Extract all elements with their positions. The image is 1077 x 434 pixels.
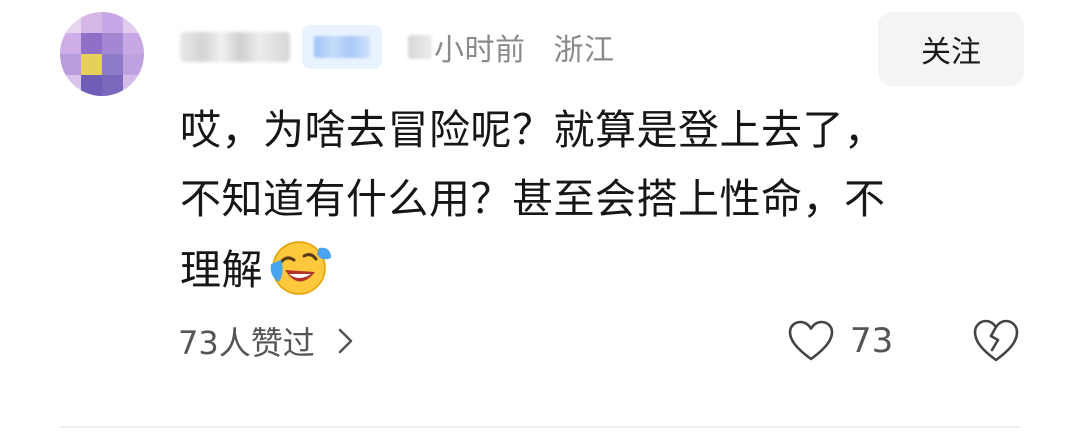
- comment-text-segment: 理解: [180, 246, 263, 294]
- like-button[interactable]: 73: [788, 316, 893, 366]
- user-badge: [302, 25, 382, 69]
- divider: [60, 426, 1020, 428]
- chevron-right-icon: [338, 328, 353, 354]
- comment-location: 浙江: [553, 33, 615, 68]
- broken-heart-icon[interactable]: [972, 318, 1020, 364]
- laughing-crying-emoji-icon: [270, 241, 331, 295]
- username-redacted[interactable]: [180, 32, 290, 62]
- follow-button[interactable]: 关注: [878, 12, 1024, 86]
- badge-redacted: [314, 36, 370, 58]
- comment-header: 小时前 浙江: [180, 22, 615, 72]
- comment-text-line: 哎，为啥去冒险呢？就算是登上去了，: [180, 106, 886, 154]
- comment-text: 哎，为啥去冒险呢？就算是登上去了， 不知道有什么用？甚至会搭上性命，不 理解: [180, 96, 1020, 305]
- avatar[interactable]: [60, 12, 144, 96]
- likes-summary-link[interactable]: 73人赞过: [178, 316, 355, 366]
- comment-text-line: 不知道有什么用？甚至会搭上性命，不: [180, 175, 886, 223]
- comment-item: 小时前 浙江 关注 哎，为啥去冒险呢？就算是登上去了， 不知道有什么用？甚至会搭…: [0, 0, 1077, 434]
- likes-summary-text: 73人赞过: [178, 324, 315, 362]
- comment-time: 小时前: [434, 33, 526, 68]
- time-number-redacted: [408, 35, 432, 59]
- comment-footer: 73人赞过 73: [178, 316, 1038, 366]
- heart-icon: [788, 320, 834, 361]
- like-count: 73: [850, 321, 894, 361]
- comment-text-line: 理解: [180, 234, 1020, 305]
